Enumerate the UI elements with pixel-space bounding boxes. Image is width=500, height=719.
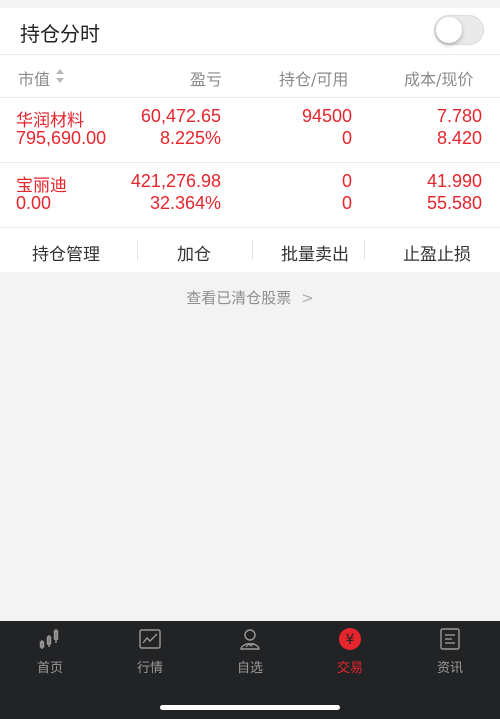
view-cleared-label: 查看已清仓股票	[186, 289, 292, 307]
bottom-tab-bar: 首页 行情 自选 ¥ 交易 资讯	[0, 621, 500, 719]
cost-price: 41.990	[426, 171, 482, 191]
action-bar: 持仓管理 加仓 批量卖出 止盈止损	[0, 228, 500, 272]
tab-label: 首页	[36, 661, 63, 676]
column-position-available: 持仓/可用	[279, 70, 349, 89]
column-header-row: 市值 盈亏 持仓/可用 成本/现价	[0, 55, 500, 98]
header-title: 持仓分时	[20, 22, 100, 46]
tab-home[interactable]: 首页	[0, 621, 100, 681]
profit-amount: 421,276.98	[130, 171, 221, 191]
take-profit-stop-loss-button[interactable]: 止盈止损	[403, 240, 471, 265]
chevron-right-icon: >	[301, 289, 314, 307]
market-value: 795,690.00	[16, 128, 107, 148]
column-market-value[interactable]: 市值	[18, 66, 50, 90]
candlestick-icon	[39, 629, 59, 649]
batch-sell-button[interactable]: 批量卖出	[281, 240, 349, 265]
current-price: 55.580	[426, 193, 482, 213]
divider	[364, 240, 365, 260]
user-chart-icon	[240, 629, 260, 650]
divider	[137, 240, 138, 260]
position-timeshare-header: 持仓分时	[0, 8, 500, 55]
top-strip	[0, 0, 500, 8]
add-position-button[interactable]: 加仓	[177, 240, 211, 265]
yen-icon: ¥	[339, 628, 361, 650]
tab-label: 交易	[336, 661, 363, 676]
tab-market[interactable]: 行情	[100, 621, 200, 681]
holding-row[interactable]: 宝丽迪 0.00 421,276.98 32.364% 0 0 41.990 5…	[0, 163, 500, 228]
line-chart-icon	[139, 629, 161, 649]
profit-percent: 32.364%	[149, 193, 221, 213]
tab-label: 自选	[236, 661, 263, 676]
holding-row[interactable]: 华润材料 795,690.00 60,472.65 8.225% 94500 0…	[0, 98, 500, 163]
available-qty: 0	[341, 128, 352, 148]
home-indicator	[160, 705, 340, 710]
available-qty: 0	[341, 193, 352, 213]
position-manage-button[interactable]: 持仓管理	[32, 240, 100, 265]
timeshare-toggle[interactable]	[434, 15, 484, 45]
profit-percent: 8.225%	[159, 128, 221, 148]
cost-price: 7.780	[436, 106, 482, 126]
document-icon	[440, 628, 460, 650]
current-price: 8.420	[436, 128, 482, 148]
profit-amount: 60,472.65	[140, 106, 221, 126]
tab-news[interactable]: 资讯	[400, 621, 500, 681]
toggle-knob	[436, 17, 462, 43]
column-cost-price: 成本/现价	[404, 70, 474, 89]
divider	[252, 240, 253, 260]
position-qty: 94500	[301, 106, 352, 126]
tab-watchlist[interactable]: 自选	[200, 621, 300, 681]
svg-text:¥: ¥	[346, 632, 355, 648]
tab-label: 行情	[136, 661, 163, 676]
tab-label: 资讯	[436, 661, 463, 676]
market-value: 0.00	[16, 193, 52, 213]
position-qty: 0	[341, 171, 352, 191]
tab-trade[interactable]: ¥ 交易	[300, 621, 400, 681]
sort-icon[interactable]	[56, 69, 64, 83]
column-profit-loss: 盈亏	[190, 70, 223, 89]
view-cleared-stocks-link[interactable]: 查看已清仓股票 >	[0, 287, 500, 308]
